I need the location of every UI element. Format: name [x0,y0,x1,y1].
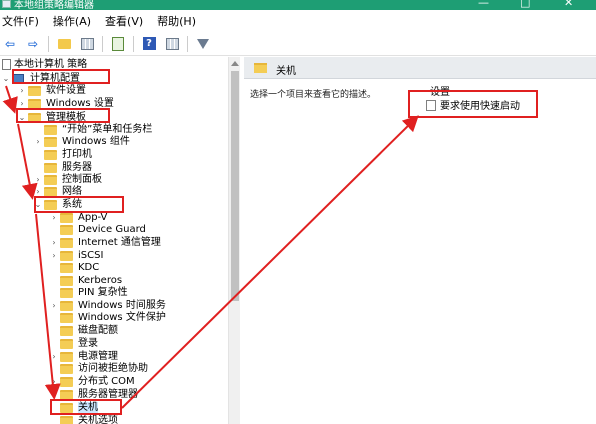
folder-icon [60,416,73,424]
folder-icon [44,137,57,147]
export-icon[interactable] [110,36,126,52]
expand-icon[interactable]: › [18,98,26,110]
folder-icon [60,288,73,298]
settings-column-header[interactable]: 设置 [430,83,450,98]
scrollbar-thumb[interactable] [231,71,239,301]
folder-icon [44,125,57,135]
folder-icon [60,263,73,273]
expand-icon[interactable]: ⌄ [18,112,26,124]
setting-require-fast-startup[interactable]: 要求使用快速启动 [426,97,520,112]
folder-icon [44,150,57,160]
expand-icon[interactable]: › [18,85,26,97]
computer-icon [12,74,24,84]
folder-icon [60,352,73,362]
folder-icon [60,390,73,400]
expand-icon[interactable]: › [50,300,58,312]
folder-icon [44,200,57,210]
folder-icon [60,377,73,387]
folder-icon [60,238,73,248]
folder-icon [28,86,41,96]
toolbar: ⇦ ⇨ ? [0,32,596,56]
help-icon[interactable]: ? [141,36,157,52]
expand-icon[interactable]: › [34,186,42,198]
folder-icon [254,63,267,73]
folder-icon [60,339,73,349]
toolbar-separator [187,35,188,52]
menu-view[interactable]: 查看(V) [105,13,143,29]
restore-button[interactable]: □ [520,0,530,9]
app-icon [2,0,11,8]
folder-icon [44,187,57,197]
tree-pane: 本地计算机 策略 ⌄ 计算机配置 › 软件设置 › Windows 设置 ⌄ 管… [2,59,166,424]
toolbar-separator [48,35,49,52]
expand-icon[interactable]: ⌄ [2,73,10,85]
folder-icon [60,364,73,374]
scroll-up-icon[interactable] [231,61,239,66]
minimize-button[interactable]: — [478,0,489,9]
folder-icon [60,276,73,286]
folder-icon [28,113,41,123]
folder-icon [60,313,73,323]
folder-icon [60,301,73,311]
up-folder-icon[interactable] [56,36,72,52]
folder-icon [60,403,73,413]
description-text: 选择一个项目来查看它的描述。 [250,90,377,100]
expand-icon[interactable]: › [34,136,42,148]
folder-icon [44,175,57,185]
expand-icon[interactable]: › [50,351,58,363]
title-bar: 本地组策略编辑器 — □ ✕ [0,0,596,10]
folder-icon [44,163,57,173]
folder-icon [60,251,73,261]
show-tree-icon[interactable] [79,36,95,52]
setting-label: 要求使用快速启动 [440,101,520,112]
tree-scrollbar[interactable] [228,57,240,424]
folder-icon [60,213,73,223]
menu-bar: 文件(F) 操作(A) 查看(V) 帮助(H) [0,10,596,32]
forward-arrow-icon[interactable]: ⇨ [25,36,41,52]
window-title: 本地组策略编辑器 [14,0,94,10]
expand-icon[interactable]: › [50,376,58,388]
details-pane: 关机 选择一个项目来查看它的描述。 设置 要求使用快速启动 [244,57,596,424]
menu-action[interactable]: 操作(A) [53,13,91,29]
policy-setting-icon [426,99,436,111]
folder-icon [28,99,41,109]
close-button[interactable]: ✕ [564,0,573,9]
folder-icon [60,326,73,336]
filter-icon[interactable] [195,36,211,52]
expand-icon[interactable]: › [50,250,58,262]
expand-icon[interactable]: › [50,212,58,224]
toolbar-separator [133,35,134,52]
expand-icon[interactable]: › [50,237,58,249]
policy-icon [2,59,11,70]
details-header: 关机 [244,57,596,79]
menu-file[interactable]: 文件(F) [2,13,39,29]
expand-icon[interactable]: › [34,174,42,186]
expand-icon[interactable]: ⌄ [34,199,42,211]
properties-icon[interactable] [164,36,180,52]
toolbar-separator [102,35,103,52]
menu-help[interactable]: 帮助(H) [157,13,196,29]
details-title: 关机 [276,66,296,77]
folder-icon [60,225,73,235]
back-arrow-icon[interactable]: ⇦ [2,36,18,52]
